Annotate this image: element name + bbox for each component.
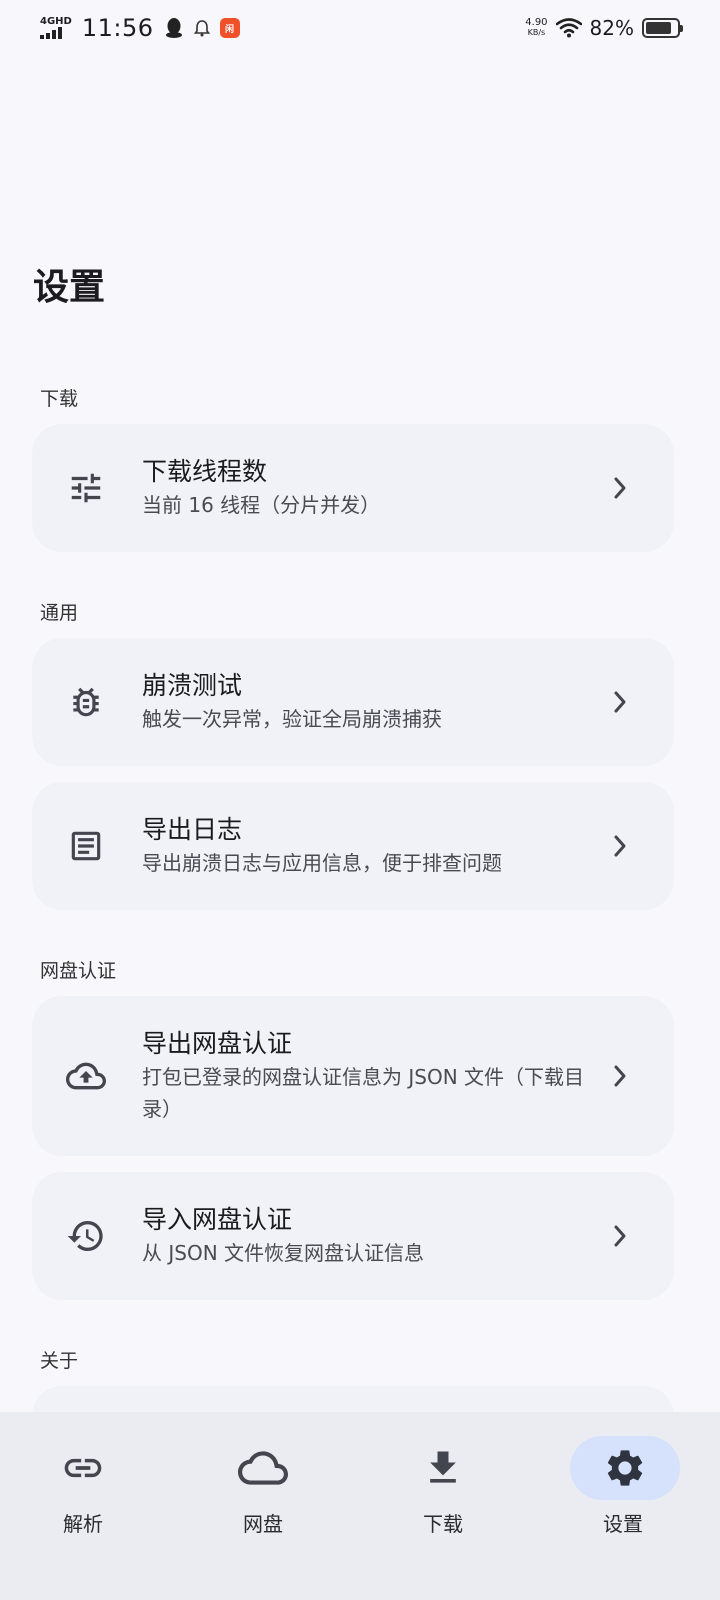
nav-label: 网盘 — [243, 1512, 283, 1536]
nav-item-cloud[interactable]: 网盘 — [180, 1412, 360, 1600]
setting-export-logs[interactable]: 导出日志 导出崩溃日志与应用信息，便于排查问题 — [32, 782, 674, 910]
nav-label: 下载 — [423, 1512, 463, 1536]
download-icon — [430, 1451, 456, 1483]
setting-title: 崩溃测试 — [142, 671, 243, 700]
nav-label: 解析 — [63, 1512, 103, 1536]
nav-pill-active — [570, 1436, 680, 1500]
setting-import-cloud-auth[interactable]: 导入网盘认证 从 JSON 文件恢复网盘认证信息 — [32, 1172, 674, 1300]
notification-bell-icon — [193, 19, 210, 37]
status-bar-right: 4.90 KB/s 82% — [525, 16, 683, 40]
section-label-general: 通用 — [40, 602, 79, 624]
section-label-about: 关于 — [40, 1350, 79, 1372]
status-bar: 4GHD 11:56 闲 4.90 KB/s 82% — [0, 0, 720, 56]
cloud-upload-icon — [66, 1056, 106, 1096]
setting-title: 导入网盘认证 — [142, 1205, 293, 1234]
chevron-right-icon — [610, 832, 630, 860]
bottom-navigation: 解析 网盘 下载 设置 — [0, 1412, 720, 1600]
nav-pill — [28, 1436, 138, 1500]
gear-icon — [607, 1450, 643, 1486]
nav-item-settings[interactable]: 设置 — [540, 1412, 720, 1600]
wifi-icon — [555, 18, 582, 38]
battery-icon — [642, 18, 683, 38]
settings-screen: 4GHD 11:56 闲 4.90 KB/s 82% 设置 下载 下载线程数 当… — [0, 0, 720, 1600]
app-notification-icon: 闲 — [219, 18, 240, 38]
setting-subtitle: 从 JSON 文件恢复网盘认证信息 — [142, 1241, 425, 1265]
setting-title: 下载线程数 — [142, 457, 268, 486]
clock: 11:56 — [81, 14, 154, 42]
setting-text: 导出网盘认证 打包已登录的网盘认证信息为 JSON 文件（下载目录） — [142, 1027, 584, 1125]
section-label-cloud-auth: 网盘认证 — [40, 960, 117, 982]
network-type: 4GHD — [40, 16, 72, 27]
setting-text: 导入网盘认证 从 JSON 文件恢复网盘认证信息 — [142, 1203, 584, 1269]
speed-unit: KB/s — [527, 28, 546, 37]
setting-text: 导出日志 导出崩溃日志与应用信息，便于排查问题 — [142, 813, 584, 879]
setting-title: 导出网盘认证 — [142, 1029, 293, 1058]
setting-text: 下载线程数 当前 16 线程（分片并发） — [142, 455, 584, 521]
speed-value: 4.90 — [525, 17, 548, 28]
link-icon — [64, 1458, 102, 1478]
battery-percent: 82% — [589, 16, 634, 40]
battery-level-fill — [646, 22, 671, 34]
nav-item-parse[interactable]: 解析 — [0, 1412, 180, 1600]
nav-label: 设置 — [603, 1512, 643, 1536]
nav-pill — [208, 1436, 318, 1500]
status-bar-left: 4GHD 11:56 闲 — [40, 14, 240, 42]
setting-subtitle: 当前 16 线程（分片并发） — [142, 493, 381, 517]
setting-subtitle: 触发一次异常，验证全局崩溃捕获 — [142, 707, 442, 731]
page-title: 设置 — [33, 267, 106, 308]
qq-icon — [164, 17, 184, 39]
signal-icon — [40, 27, 72, 39]
network-indicator: 4GHD — [40, 17, 72, 39]
nav-item-download[interactable]: 下载 — [360, 1412, 540, 1600]
chevron-right-icon — [610, 474, 630, 502]
nav-pill — [388, 1436, 498, 1500]
setting-title: 导出日志 — [142, 815, 243, 844]
setting-subtitle: 打包已登录的网盘认证信息为 JSON 文件（下载目录） — [142, 1065, 585, 1121]
setting-download-threads[interactable]: 下载线程数 当前 16 线程（分片并发） — [32, 424, 674, 552]
chevron-right-icon — [610, 688, 630, 716]
chevron-right-icon — [610, 1222, 630, 1250]
article-icon — [66, 826, 106, 866]
setting-text: 崩溃测试 触发一次异常，验证全局崩溃捕获 — [142, 669, 584, 735]
network-speed: 4.90 KB/s — [525, 18, 547, 38]
setting-export-cloud-auth[interactable]: 导出网盘认证 打包已登录的网盘认证信息为 JSON 文件（下载目录） — [32, 996, 674, 1156]
setting-crash-test[interactable]: 崩溃测试 触发一次异常，验证全局崩溃捕获 — [32, 638, 674, 766]
chevron-right-icon — [610, 1062, 630, 1090]
bug-icon — [66, 682, 106, 722]
setting-subtitle: 导出崩溃日志与应用信息，便于排查问题 — [142, 851, 502, 875]
tune-icon — [66, 468, 106, 508]
history-icon — [66, 1216, 106, 1256]
section-label-download: 下载 — [40, 388, 79, 410]
cloud-icon — [238, 1451, 288, 1485]
